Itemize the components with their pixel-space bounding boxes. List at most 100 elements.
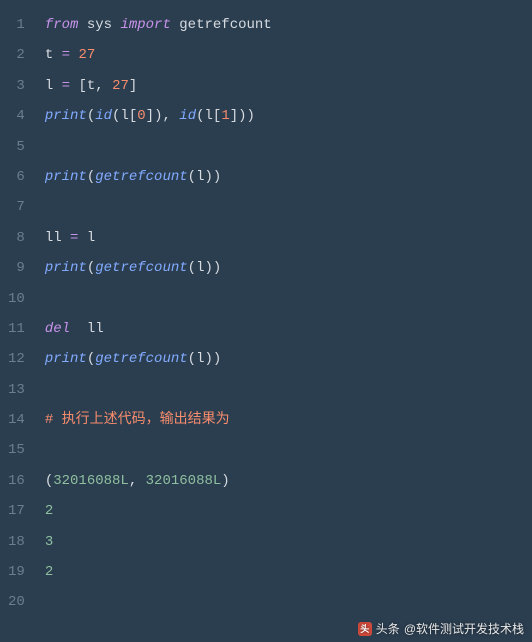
code-token: , <box>129 473 137 489</box>
line-number: 9 <box>8 253 25 283</box>
line-number-gutter: 1234567891011121314151617181920 <box>0 0 35 642</box>
code-token <box>53 78 61 94</box>
code-token: )) <box>204 169 221 185</box>
code-token: ] <box>129 78 137 94</box>
code-line: del ll <box>45 314 524 344</box>
code-token: = <box>62 78 70 94</box>
code-token <box>62 230 70 246</box>
code-token: 32016088L <box>53 473 129 489</box>
code-line: print(getrefcount(l)) <box>45 253 524 283</box>
code-line: from sys import getrefcount <box>45 10 524 40</box>
code-token: ( <box>188 260 196 276</box>
line-number: 4 <box>8 101 25 131</box>
code-token: import <box>120 17 170 33</box>
code-token: ( <box>188 351 196 367</box>
code-token <box>104 78 112 94</box>
code-token: 3 <box>45 534 53 550</box>
line-number: 10 <box>8 284 25 314</box>
line-number: 14 <box>8 405 25 435</box>
code-token: from <box>45 17 79 33</box>
code-token: l <box>45 78 53 94</box>
code-area: from sys import getrefcountt = 27l = [t,… <box>35 0 532 642</box>
code-token: )) <box>204 260 221 276</box>
code-line <box>45 435 524 465</box>
code-token: print <box>45 260 87 276</box>
code-token: ])) <box>230 108 255 124</box>
line-number: 13 <box>8 375 25 405</box>
line-number: 17 <box>8 496 25 526</box>
code-token <box>78 17 86 33</box>
code-token: ) <box>221 473 229 489</box>
code-token: 2 <box>45 564 53 580</box>
code-line: (32016088L, 32016088L) <box>45 466 524 496</box>
code-token: id <box>179 108 196 124</box>
code-line: ll = l <box>45 223 524 253</box>
code-line: t = 27 <box>45 40 524 70</box>
code-line: 3 <box>45 527 524 557</box>
code-line: print(id(l[0]), id(l[1])) <box>45 101 524 131</box>
line-number: 3 <box>8 71 25 101</box>
code-token: t <box>45 47 53 63</box>
line-number: 20 <box>8 587 25 617</box>
code-token: 27 <box>112 78 129 94</box>
line-number: 18 <box>8 527 25 557</box>
code-line <box>45 132 524 162</box>
code-line: 2 <box>45 557 524 587</box>
line-number: 12 <box>8 344 25 374</box>
code-line: # 执行上述代码，输出结果为 <box>45 405 524 435</box>
code-token: 32016088L <box>146 473 222 489</box>
code-token: [ <box>129 108 137 124</box>
code-token: ll <box>87 321 104 337</box>
code-token: 1 <box>221 108 229 124</box>
code-token <box>78 230 86 246</box>
code-line: l = [t, 27] <box>45 71 524 101</box>
code-token: )) <box>204 351 221 367</box>
code-token: ( <box>45 473 53 489</box>
code-token: getrefcount <box>95 169 187 185</box>
code-token: ( <box>188 169 196 185</box>
code-line <box>45 375 524 405</box>
code-line: 2 <box>45 496 524 526</box>
code-token: getrefcount <box>95 351 187 367</box>
code-token: 0 <box>137 108 145 124</box>
code-token: print <box>45 351 87 367</box>
code-token: getrefcount <box>179 17 271 33</box>
code-token: ( <box>87 260 95 276</box>
line-number: 5 <box>8 132 25 162</box>
code-editor: 1234567891011121314151617181920 from sys… <box>0 0 532 642</box>
code-token: ( <box>87 108 95 124</box>
code-token: getrefcount <box>95 260 187 276</box>
line-number: 2 <box>8 40 25 70</box>
code-token: print <box>45 108 87 124</box>
code-token: l <box>120 108 128 124</box>
code-token: ]) <box>146 108 163 124</box>
watermark-handle: @软件测试开发技术栈 <box>404 623 524 635</box>
code-line: print(getrefcount(l)) <box>45 162 524 192</box>
code-token: ( <box>87 169 95 185</box>
line-number: 11 <box>8 314 25 344</box>
line-number: 8 <box>8 223 25 253</box>
watermark-logo-icon: 头 <box>358 622 372 636</box>
code-token: [ <box>78 78 86 94</box>
code-token: , <box>162 108 170 124</box>
watermark: 头 头条 @软件测试开发技术栈 <box>358 622 524 636</box>
code-token: l <box>87 230 95 246</box>
code-token: ( <box>196 108 204 124</box>
line-number: 19 <box>8 557 25 587</box>
code-token: del <box>45 321 70 337</box>
line-number: 6 <box>8 162 25 192</box>
code-token: ( <box>87 351 95 367</box>
code-token: sys <box>87 17 112 33</box>
code-token: , <box>95 78 103 94</box>
code-token: 27 <box>78 47 95 63</box>
code-line <box>45 284 524 314</box>
code-token: print <box>45 169 87 185</box>
code-token: # 执行上述代码，输出结果为 <box>45 412 230 428</box>
code-token <box>53 47 61 63</box>
line-number: 1 <box>8 10 25 40</box>
line-number: 7 <box>8 192 25 222</box>
code-token: id <box>95 108 112 124</box>
code-line <box>45 587 524 617</box>
code-token: ll <box>45 230 62 246</box>
code-line <box>45 192 524 222</box>
